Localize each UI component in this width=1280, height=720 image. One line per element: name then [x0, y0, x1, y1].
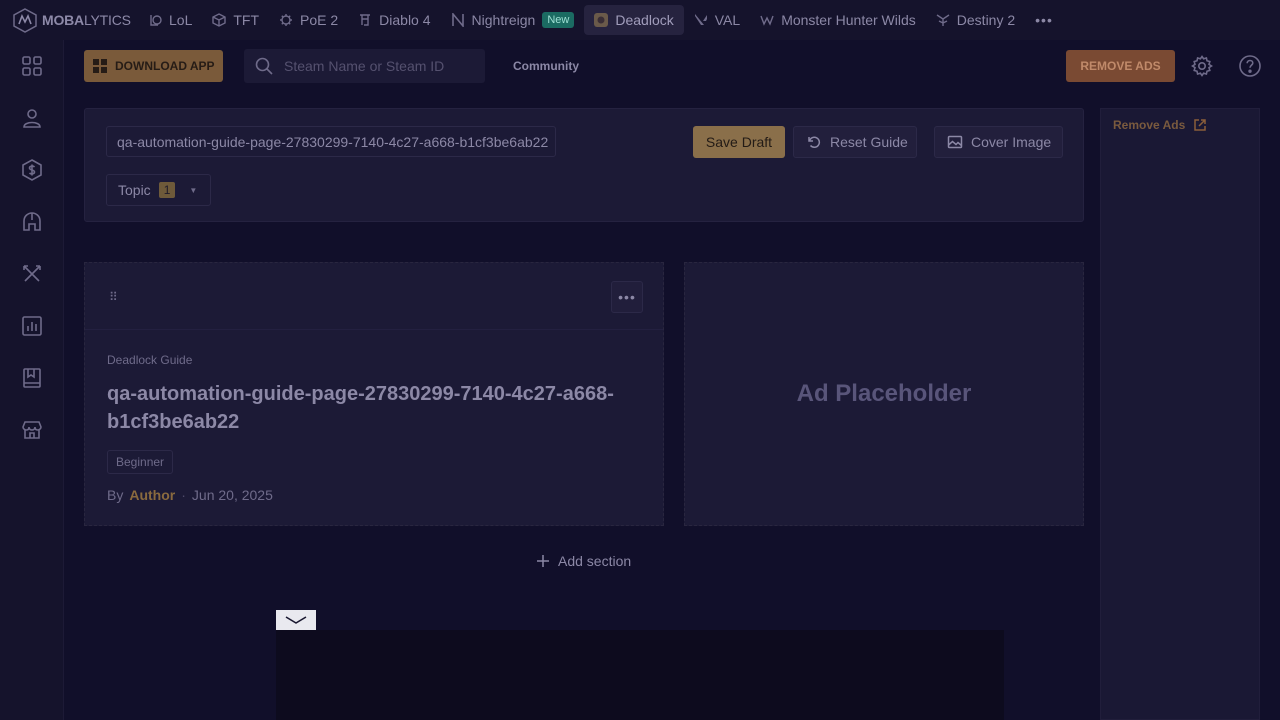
- save-draft-button[interactable]: Save Draft: [693, 126, 785, 158]
- cover-image-label: Cover Image: [971, 134, 1052, 150]
- author-link[interactable]: Author: [129, 487, 175, 503]
- chevron-down-icon: [285, 616, 307, 624]
- topic-dropdown[interactable]: Topic 1 ▼: [106, 174, 211, 206]
- valorant-icon: [694, 13, 708, 27]
- game-tab-tft[interactable]: TFT: [202, 5, 269, 35]
- mhw-icon: [760, 13, 774, 27]
- by-label: By: [107, 487, 124, 503]
- lol-icon: [148, 13, 162, 27]
- guide-title-input[interactable]: [106, 126, 556, 157]
- section-more-button[interactable]: •••: [611, 281, 643, 313]
- shop-store-icon[interactable]: [20, 418, 44, 442]
- game-tab-lol[interactable]: LoL: [138, 5, 202, 35]
- reset-icon: [808, 136, 821, 148]
- remove-ads-link[interactable]: Remove Ads: [1113, 118, 1207, 132]
- game-tab-valorant[interactable]: VAL: [684, 5, 750, 35]
- search-input[interactable]: [284, 58, 484, 74]
- top-nav: MOBALYTICS LoL TFT PoE 2 Diablo 4 Nightreign…: [0, 0, 1280, 40]
- publish-date: Jun 20, 2025: [191, 487, 273, 503]
- game-tab-label: LoL: [169, 12, 193, 28]
- reset-guide-label: Reset Guide: [830, 134, 908, 150]
- guide-section-card: ⠿ ••• Deadlock Guide qa-automation-guide…: [84, 262, 664, 526]
- currency-hex-icon[interactable]: [20, 158, 44, 182]
- topic-label: Topic: [118, 182, 151, 198]
- ad-placeholder: Ad Placeholder: [684, 262, 1084, 526]
- builds-swords-icon[interactable]: [20, 262, 44, 286]
- mobalytics-logo[interactable]: MOBALYTICS: [0, 7, 138, 33]
- diablo-icon: [358, 13, 372, 27]
- game-tab-poe2[interactable]: PoE 2: [269, 5, 348, 35]
- profile-icon[interactable]: [20, 106, 44, 130]
- windows-icon: [93, 59, 107, 73]
- game-tab-label: TFT: [233, 12, 260, 28]
- poe2-icon: [279, 13, 293, 27]
- game-tab-destiny[interactable]: Destiny 2: [926, 5, 1025, 35]
- add-section-label: Add section: [558, 553, 632, 569]
- search-box[interactable]: [244, 49, 485, 83]
- tft-icon: [212, 13, 227, 27]
- left-sidebar: [0, 40, 64, 720]
- topic-count-badge: 1: [158, 182, 176, 198]
- right-rail: Remove Ads: [1100, 108, 1260, 720]
- plus-icon: [537, 555, 549, 567]
- bottom-panel: [276, 630, 1004, 720]
- remove-ads-link-label: Remove Ads: [1113, 118, 1186, 132]
- game-tabs: LoL TFT PoE 2 Diablo 4 Nightreign New Deadlock…: [138, 0, 1025, 40]
- settings-gear-icon[interactable]: [1190, 54, 1214, 78]
- game-tab-label: PoE 2: [300, 12, 339, 28]
- guide-category-label: Deadlock Guide: [107, 353, 193, 367]
- game-tab-label: VAL: [714, 12, 741, 28]
- destiny-icon: [936, 13, 950, 27]
- guide-editor-panel: Topic 1 ▼ Save Draft Reset Guide Cover I…: [84, 108, 1084, 222]
- game-tab-mhw[interactable]: Monster Hunter Wilds: [750, 5, 926, 35]
- game-tab-label: Destiny 2: [956, 12, 1016, 28]
- help-icon[interactable]: [1238, 54, 1262, 78]
- more-dots-icon: •••: [618, 289, 636, 305]
- search-icon: [255, 57, 273, 75]
- game-tab-deadlock[interactable]: Deadlock: [584, 5, 684, 35]
- cover-image-button[interactable]: Cover Image: [934, 126, 1063, 158]
- reset-guide-button[interactable]: Reset Guide: [793, 126, 917, 158]
- heroes-helmet-icon[interactable]: [20, 210, 44, 234]
- section-header: ⠿ •••: [85, 263, 663, 330]
- download-app-label: DOWNLOAD APP: [115, 59, 215, 73]
- external-link-icon: [1194, 119, 1206, 131]
- add-section-button[interactable]: Add section: [536, 553, 631, 569]
- nightreign-icon: [451, 13, 465, 27]
- deadlock-icon: [594, 13, 609, 27]
- game-tab-label: Deadlock: [615, 12, 674, 28]
- download-app-button[interactable]: DOWNLOAD APP: [84, 50, 223, 82]
- game-tab-label: Nightreign: [471, 12, 536, 28]
- game-tab-label: Monster Hunter Wilds: [781, 12, 916, 28]
- caret-down-icon: ▼: [189, 185, 198, 195]
- separator-dot: ·: [181, 487, 186, 503]
- stats-chart-icon[interactable]: [20, 314, 44, 338]
- grid-apps-icon[interactable]: [20, 54, 44, 78]
- collapse-panel-toggle[interactable]: [276, 610, 316, 630]
- level-tag: Beginner: [107, 450, 174, 474]
- guide-title: qa-automation-guide-page-27830299-7140-4…: [107, 383, 614, 433]
- game-tab-nightreign[interactable]: Nightreign New: [441, 5, 585, 35]
- byline: By Author · Jun 20, 2025: [107, 487, 273, 503]
- drag-handle-icon[interactable]: ⠿: [109, 290, 118, 304]
- community-link[interactable]: Community: [513, 59, 579, 73]
- new-badge: New: [542, 12, 575, 28]
- remove-ads-button[interactable]: REMOVE ADS: [1066, 50, 1175, 82]
- game-tab-label: Diablo 4: [379, 12, 431, 28]
- logo-text: MOBALYTICS: [42, 12, 131, 28]
- more-games-icon[interactable]: •••: [1025, 12, 1063, 28]
- image-icon: [947, 135, 963, 149]
- logo-icon: [13, 8, 37, 33]
- game-tab-diablo[interactable]: Diablo 4: [348, 5, 440, 35]
- guides-book-icon[interactable]: [20, 366, 44, 390]
